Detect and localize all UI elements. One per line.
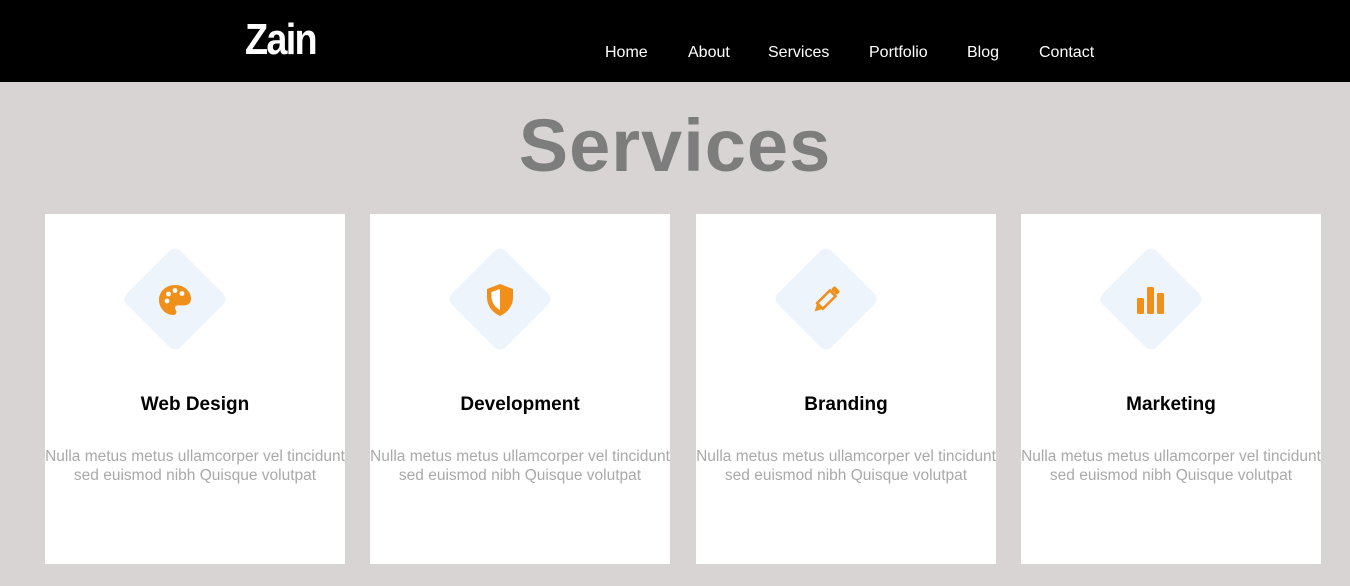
brand-logo[interactable]: Zain [245, 14, 318, 66]
card-description: Nulla metus metus ullamcorper vel tincid… [45, 448, 345, 484]
nav-item-contact[interactable]: Contact [1039, 43, 1094, 63]
bar-chart-icon [1129, 278, 1173, 322]
service-card-marketing: Marketing Nulla metus metus ullamcorper … [1021, 214, 1321, 564]
pencil-icon [804, 278, 848, 322]
nav-item-blog[interactable]: Blog [967, 43, 999, 63]
nav-item-about[interactable]: About [688, 43, 730, 63]
palette-icon [153, 278, 197, 322]
card-description: Nulla metus metus ullamcorper vel tincid… [1021, 448, 1321, 484]
service-card-development: Development Nulla metus metus ullamcorpe… [370, 214, 670, 564]
section-title: Services [518, 104, 832, 187]
card-description: Nulla metus metus ullamcorper vel tincid… [696, 448, 996, 484]
navbar: Zain Home About Services Portfolio Blog … [0, 0, 1350, 82]
card-title: Branding [804, 394, 888, 415]
service-card-web-design: Web Design Nulla metus metus ullamcorper… [45, 214, 345, 564]
nav-item-home[interactable]: Home [605, 43, 648, 63]
service-card-branding: Branding Nulla metus metus ullamcorper v… [696, 214, 996, 564]
card-title: Marketing [1126, 394, 1216, 415]
nav-item-services[interactable]: Services [768, 43, 829, 63]
nav-item-portfolio[interactable]: Portfolio [869, 43, 928, 63]
card-title: Web Design [140, 394, 250, 415]
card-description: Nulla metus metus ullamcorper vel tincid… [370, 448, 670, 484]
card-title: Development [460, 394, 580, 415]
shield-icon [478, 278, 522, 322]
